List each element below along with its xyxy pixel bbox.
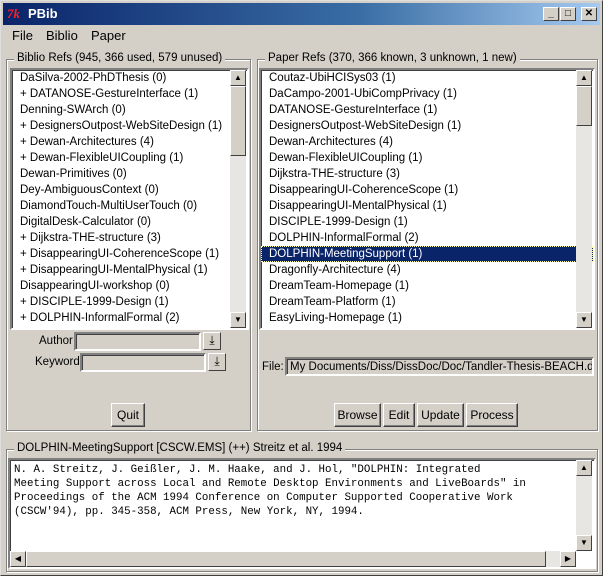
scroll-thumb[interactable]: [26, 551, 546, 567]
list-item[interactable]: DaCampo-2001-UbiCompPrivacy (1): [261, 86, 593, 102]
citation-hscrollbar[interactable]: ◀ ▶: [10, 551, 576, 567]
paper-refs-label: Paper Refs (370, 366 known, 3 unknown, 1…: [265, 51, 520, 65]
scroll-up-icon[interactable]: ▲: [576, 460, 592, 476]
list-item[interactable]: DisappearingUI-MentalPhysical (1): [261, 198, 593, 214]
detail-label: DOLPHIN-MeetingSupport [CSCW.EMS] (++) S…: [14, 441, 346, 455]
close-button[interactable]: ✕: [581, 7, 597, 21]
author-download-icon[interactable]: ⤓: [203, 332, 221, 350]
list-item[interactable]: + DisappearingUI-CoherenceScope (1): [12, 246, 247, 262]
scroll-left-icon[interactable]: ◀: [10, 551, 26, 567]
biblio-refs-list[interactable]: DaSilva-2002-PhDThesis (0) + DATANOSE-Ges…: [10, 68, 249, 330]
maximize-button[interactable]: □: [560, 7, 576, 21]
list-item[interactable]: + DisappearingUI-MentalPhysical (1): [12, 262, 247, 278]
list-item[interactable]: DisappearingUI-workshop (0): [12, 278, 247, 294]
menu-paper[interactable]: Paper: [91, 28, 126, 44]
list-item[interactable]: Denning-SWArch (0): [12, 102, 247, 118]
list-item[interactable]: DOLPHIN-MeetingSupport (1): [261, 246, 593, 262]
list-item[interactable]: DigitalDesk-Calculator (0): [12, 214, 247, 230]
file-path-field[interactable]: My Documents/Diss/DissDoc/Doc/Tandler-Th…: [285, 357, 594, 376]
scroll-down-icon[interactable]: ▼: [230, 312, 246, 328]
list-item[interactable]: + DesignersOutpost-WebSiteDesign (1): [12, 118, 247, 134]
list-item[interactable]: DreamTeam-Platform (1): [261, 294, 593, 310]
paper-refs-scrollbar[interactable]: ▲ ▼: [576, 70, 592, 328]
list-item[interactable]: + DOLPHIN-InformalFormal (2): [12, 310, 247, 326]
scroll-thumb[interactable]: [576, 86, 592, 126]
list-item[interactable]: DOLPHIN-InformalFormal (2): [261, 230, 593, 246]
minimize-button[interactable]: _: [543, 7, 559, 21]
scroll-thumb[interactable]: [230, 86, 246, 156]
list-item[interactable]: Dijkstra-THE-structure (3): [261, 166, 593, 182]
scroll-down-icon[interactable]: ▼: [576, 535, 592, 551]
author-label: Author: [39, 335, 73, 347]
citation-line: N. A. Streitz, J. Geißler, J. M. Haake, …: [14, 464, 481, 476]
list-item[interactable]: Dey-AmbiguousContext (0): [12, 182, 247, 198]
citation-line: (CSCW'94), pp. 345-358, ACM Press, New Y…: [14, 506, 364, 518]
list-item[interactable]: DaSilva-2002-PhDThesis (0): [12, 70, 247, 86]
biblio-refs-scrollbar[interactable]: ▲ ▼: [230, 70, 246, 328]
pbib-window: 7k PBib _ □ ✕ File Biblio Paper Biblio R…: [0, 0, 603, 576]
edit-button[interactable]: Edit: [383, 403, 415, 427]
scroll-right-icon[interactable]: ▶: [560, 551, 576, 567]
list-item[interactable]: Coutaz-UbiHCISys03 (1): [261, 70, 593, 86]
list-item[interactable]: Dewan-Architectures (4): [261, 134, 593, 150]
list-item[interactable]: DreamTeam-Homepage (1): [261, 278, 593, 294]
biblio-refs-label: Biblio Refs (945, 366 used, 579 unused): [14, 51, 226, 65]
browse-button[interactable]: Browse: [334, 403, 381, 427]
list-item[interactable]: DISCIPLE-1999-Design (1): [261, 214, 593, 230]
list-item[interactable]: + Dijkstra-THE-structure (3): [12, 230, 247, 246]
list-item[interactable]: + DISCIPLE-1999-Design (1): [12, 294, 247, 310]
citation-line: Proceedings of the ACM 1994 Conference o…: [14, 492, 513, 504]
keyword-field[interactable]: [80, 353, 206, 372]
list-item[interactable]: DATANOSE-GestureInterface (1): [261, 102, 593, 118]
keyword-download-icon[interactable]: ⤓: [208, 353, 226, 371]
list-item[interactable]: Dragonfly-Architecture (4): [261, 262, 593, 278]
list-item[interactable]: Dewan-FlexibleUICoupling (1): [261, 150, 593, 166]
update-button[interactable]: Update: [417, 403, 464, 427]
citation-line: Meeting Support across Local and Remote …: [14, 478, 526, 490]
scroll-up-icon[interactable]: ▲: [230, 70, 246, 86]
quit-button[interactable]: Quit: [111, 403, 145, 427]
keyword-label: Keyword: [35, 356, 80, 368]
list-item[interactable]: + DATANOSE-GestureInterface (1): [12, 86, 247, 102]
app-logo-icon: 7k: [7, 6, 20, 21]
list-item[interactable]: Dewan-Primitives (0): [12, 166, 247, 182]
citation-vscrollbar[interactable]: ▲ ▼: [576, 460, 592, 551]
list-item[interactable]: DiamondTouch-MultiUserTouch (0): [12, 198, 247, 214]
paper-refs-list[interactable]: Coutaz-UbiHCISys03 (1) DaCampo-2001-UbiCo…: [259, 68, 595, 330]
list-item[interactable]: EasyLiving-Homepage (1): [261, 310, 593, 326]
title-bar[interactable]: 7k PBib _ □ ✕: [3, 3, 600, 25]
window-title: PBib: [28, 6, 58, 21]
list-item[interactable]: + Dewan-Architectures (4): [12, 134, 247, 150]
scroll-down-icon[interactable]: ▼: [576, 312, 592, 328]
menu-bar: File Biblio Paper: [3, 26, 600, 46]
list-item[interactable]: DesignersOutpost-WebSiteDesign (1): [261, 118, 593, 134]
file-label: File:: [262, 361, 284, 373]
author-field[interactable]: [74, 332, 201, 351]
list-item[interactable]: DisappearingUI-CoherenceScope (1): [261, 182, 593, 198]
menu-file[interactable]: File: [12, 28, 33, 44]
list-item[interactable]: + Dewan-FlexibleUICoupling (1): [12, 150, 247, 166]
scroll-up-icon[interactable]: ▲: [576, 70, 592, 86]
process-button[interactable]: Process: [466, 403, 518, 427]
menu-biblio[interactable]: Biblio: [46, 28, 78, 44]
